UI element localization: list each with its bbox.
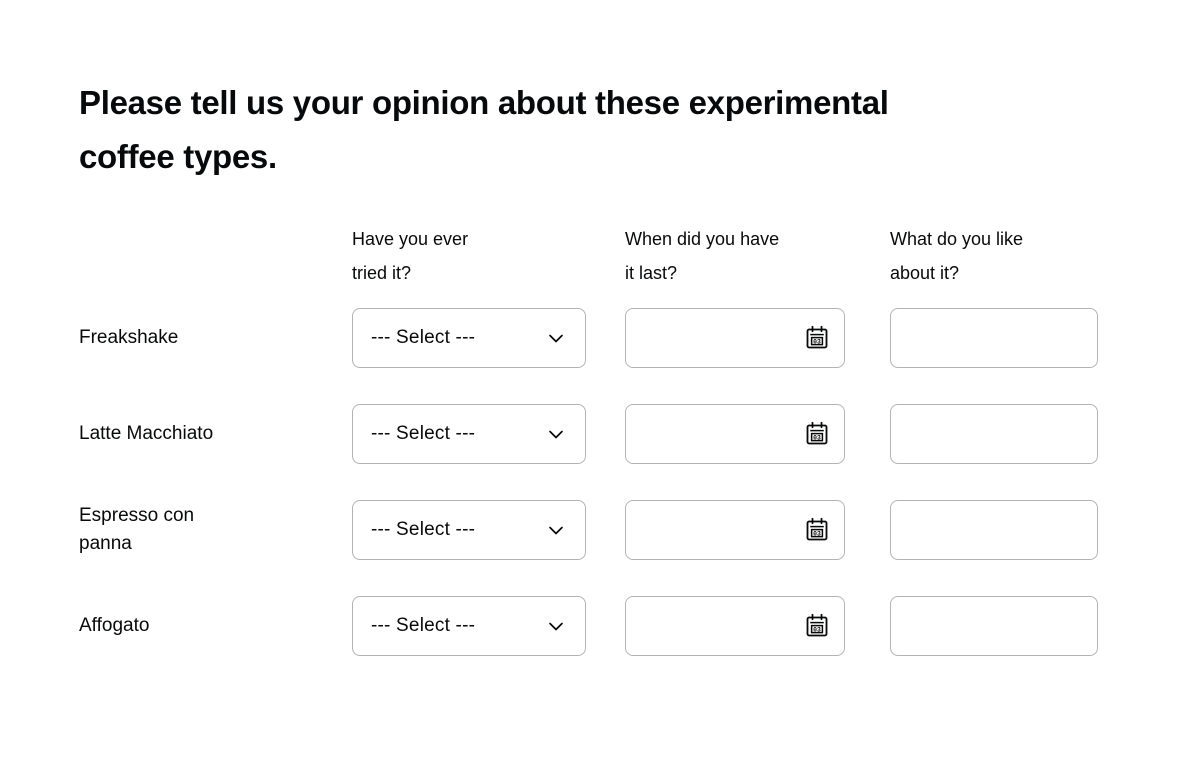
calendar-icon[interactable]: 03 <box>804 325 830 351</box>
table-row: Affogato --- Select --- 03 <box>79 578 1104 674</box>
row-label-affogato: Affogato <box>79 615 150 636</box>
text-cell-latte-macchiato <box>890 404 1104 464</box>
column-header-tried: Have you ever tried it? <box>352 229 469 283</box>
page-title: Please tell us your opinion about these … <box>79 84 889 175</box>
svg-text:03: 03 <box>813 626 821 633</box>
select-value-label: --- Select --- <box>371 423 476 444</box>
date-cell-affogato: 03 <box>625 596 890 656</box>
date-input-affogato[interactable]: 03 <box>625 596 845 656</box>
select-tried-latte-macchiato[interactable]: --- Select --- <box>352 404 586 464</box>
column-header-last-time: When did you have it last? <box>625 229 780 283</box>
column-header-like-about: What do you like about it? <box>890 229 1024 283</box>
date-input-latte-macchiato[interactable]: 03 <box>625 404 845 464</box>
date-input-espresso-con-panna[interactable]: 03 <box>625 500 845 560</box>
row-label-espresso-con-panna: Espresso con panna <box>79 505 195 554</box>
date-cell-espresso-con-panna: 03 <box>625 500 890 560</box>
date-input-freakshake[interactable]: 03 <box>625 308 845 368</box>
text-input-espresso-con-panna[interactable] <box>890 500 1098 560</box>
matrix-header-row: Have you ever tried it? When did you hav… <box>79 222 1104 290</box>
text-cell-freakshake <box>890 308 1104 368</box>
select-value-label: --- Select --- <box>371 327 476 348</box>
svg-text:03: 03 <box>813 434 821 441</box>
svg-text:03: 03 <box>813 338 821 345</box>
text-input-affogato[interactable] <box>890 596 1098 656</box>
text-cell-espresso-con-panna <box>890 500 1104 560</box>
table-row: Latte Macchiato --- Select --- 03 <box>79 386 1104 482</box>
date-cell-freakshake: 03 <box>625 308 890 368</box>
select-cell-espresso-con-panna: --- Select --- <box>352 500 625 560</box>
survey-card: Please tell us your opinion about these … <box>0 0 1184 774</box>
select-tried-affogato[interactable]: --- Select --- <box>352 596 586 656</box>
survey-matrix: Have you ever tried it? When did you hav… <box>79 222 1104 674</box>
select-cell-latte-macchiato: --- Select --- <box>352 404 625 464</box>
table-row: Espresso con panna --- Select --- 03 <box>79 482 1104 578</box>
select-tried-freakshake[interactable]: --- Select --- <box>352 308 586 368</box>
row-label-freakshake: Freakshake <box>79 327 179 348</box>
chevron-down-icon <box>545 615 567 637</box>
row-label-latte-macchiato: Latte Macchiato <box>79 423 214 444</box>
table-row: Freakshake --- Select --- 03 <box>79 290 1104 386</box>
select-value-label: --- Select --- <box>371 519 476 540</box>
text-input-freakshake[interactable] <box>890 308 1098 368</box>
text-input-latte-macchiato[interactable] <box>890 404 1098 464</box>
date-cell-latte-macchiato: 03 <box>625 404 890 464</box>
chevron-down-icon <box>545 423 567 445</box>
chevron-down-icon <box>545 519 567 541</box>
calendar-icon[interactable]: 03 <box>804 517 830 543</box>
calendar-icon[interactable]: 03 <box>804 421 830 447</box>
select-cell-freakshake: --- Select --- <box>352 308 625 368</box>
chevron-down-icon <box>545 327 567 349</box>
select-value-label: --- Select --- <box>371 615 476 636</box>
select-tried-espresso-con-panna[interactable]: --- Select --- <box>352 500 586 560</box>
text-cell-affogato <box>890 596 1104 656</box>
calendar-icon[interactable]: 03 <box>804 613 830 639</box>
select-cell-affogato: --- Select --- <box>352 596 625 656</box>
svg-text:03: 03 <box>813 530 821 537</box>
